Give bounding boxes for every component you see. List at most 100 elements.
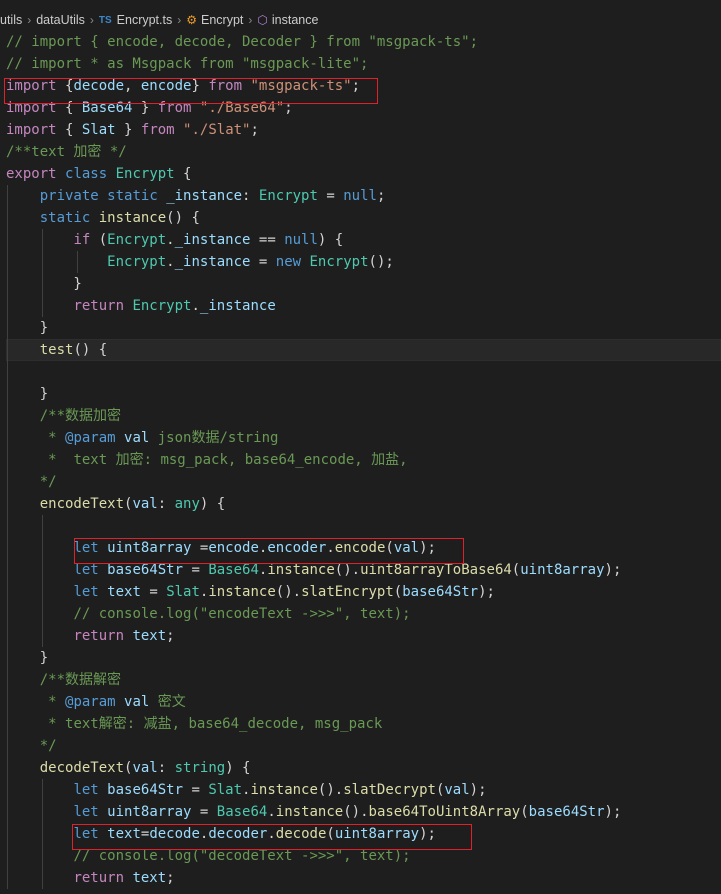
code-line[interactable]: let uint8array = Base64.instance().base6… [6,801,721,823]
code-token: ; [351,78,361,94]
code-token: text [132,628,167,644]
indent-guide [7,405,8,427]
typescript-file-icon: TS [98,14,112,26]
code-token: val [444,782,470,798]
code-token: base64Str [402,584,479,600]
code-line[interactable]: return text; [6,867,721,889]
indent-guide [7,735,8,757]
code-line[interactable]: static instance() { [6,207,721,229]
code-line[interactable]: decodeText(val: string) { [6,757,721,779]
code-line[interactable]: } [6,383,721,405]
indent-guide [42,537,43,559]
code-token: . [166,232,175,248]
indent-guide [7,779,8,801]
code-token: */ [39,738,57,754]
code-line[interactable]: /**数据加密 [6,405,721,427]
code-token: uint8arrayToBase64 [360,562,512,578]
code-token: static [39,210,91,226]
code-token: } [132,100,158,116]
breadcrumb-file[interactable]: TS Encrypt.ts [99,13,172,27]
code-line[interactable]: // console.log("decodeText ->>>", text); [6,845,721,867]
code-line[interactable]: private static _instance: Encrypt = null… [6,185,721,207]
code-token: ; [376,188,386,204]
code-line[interactable]: let uint8array =encode.encoder.encode(va… [6,537,721,559]
code-line[interactable]: let text=decode.decoder.decode(uint8arra… [6,823,721,845]
code-token: Encrypt [107,254,167,270]
code-line[interactable]: * @param val 密文 [6,691,721,713]
code-token: Encrypt [107,232,167,248]
code-token: ( [393,584,403,600]
indent-guide [7,339,8,361]
code-token: /**数据加密 [39,408,122,424]
code-line[interactable]: let text = Slat.instance().slatEncrypt(b… [6,581,721,603]
breadcrumb: utils › dataUtils › TS Encrypt.ts › ⚙ Encr… [0,9,721,31]
breadcrumb-method-label: instance [271,13,319,27]
code-editor[interactable]: // import { encode, decode, Decoder } fr… [6,31,721,889]
code-token: static [107,188,158,204]
indent-guide [7,427,8,449]
code-token: ) { [199,496,226,512]
code-line[interactable]: */ [6,471,721,493]
breadcrumb-method[interactable]: ⬡ instance [257,13,318,27]
code-line[interactable]: return Encrypt._instance [6,295,721,317]
code-line[interactable]: let base64Str = Slat.instance().slatDecr… [6,779,721,801]
code-line[interactable]: export class Encrypt { [6,163,721,185]
code-token: * text 加密: msg_pack, base64_encode, 加盐, [48,452,408,468]
code-line[interactable]: * @param val json数据/string [6,427,721,449]
code-token: ; [166,628,175,644]
code-token: . [166,254,175,270]
code-line[interactable]: // import { encode, decode, Decoder } fr… [6,31,721,53]
code-line[interactable]: test() { [6,339,721,361]
code-line[interactable]: // console.log("encodeText ->>>", text); [6,603,721,625]
code-line[interactable]: if (Encrypt._instance == null) { [6,229,721,251]
code-token: new [275,254,302,270]
indent-guide [42,603,43,625]
code-line[interactable]: * text 加密: msg_pack, base64_encode, 加盐, [6,449,721,471]
code-line[interactable]: } [6,273,721,295]
code-line[interactable]: import { Slat } from "./Slat"; [6,119,721,141]
code-line[interactable]: import { Base64 } from "./Base64"; [6,97,721,119]
code-line[interactable]: return text; [6,625,721,647]
code-line[interactable]: import {decode, encode} from "msgpack-ts… [6,75,721,97]
code-line[interactable]: } [6,647,721,669]
code-token: import [6,78,57,94]
code-token: val [124,430,150,446]
indent-guide [7,207,8,229]
code-token: text [132,870,167,886]
breadcrumb-folder-datautils[interactable]: dataUtils [36,13,85,27]
code-token: ); [604,804,622,820]
indent-guide [7,251,8,273]
chevron-right-icon: › [89,13,94,27]
code-token: } [6,276,82,292]
code-line[interactable]: */ [6,735,721,757]
code-token: return [73,298,125,314]
indent-guide [42,295,43,317]
code-line[interactable]: let base64Str = Base64.instance().uint8a… [6,559,721,581]
code-line[interactable]: /**数据解密 [6,669,721,691]
code-line[interactable] [6,361,721,383]
code-line[interactable] [6,515,721,537]
breadcrumb-class[interactable]: ⚙ Encrypt [186,13,243,27]
code-line[interactable]: encodeText(val: any) { [6,493,721,515]
code-line[interactable]: // import * as Msgpack from "msgpack-lit… [6,53,721,75]
code-line[interactable]: } [6,317,721,339]
indent-guide [7,757,8,779]
code-line[interactable]: Encrypt._instance = new Encrypt(); [6,251,721,273]
indent-guide [7,559,8,581]
breadcrumb-folder-utils[interactable]: utils [0,13,22,27]
indent-guide [7,691,8,713]
code-line[interactable]: * text解密: 减盐, base64_decode, msg_pack [6,713,721,735]
code-line[interactable]: /**text 加密 */ [6,141,721,163]
code-token: let [73,540,99,556]
code-token: _instance [174,254,251,270]
